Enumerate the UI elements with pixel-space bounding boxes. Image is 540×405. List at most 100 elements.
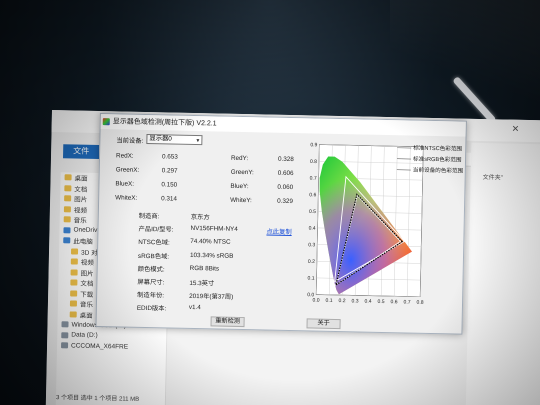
legend-entry: 当前设备的色彩范围	[413, 166, 464, 175]
folder-icon	[69, 311, 77, 318]
sidebar-item-label: 文档	[80, 280, 94, 289]
coord-value: 0.653	[161, 153, 178, 161]
folder-icon	[70, 269, 78, 276]
coord-label: GreenX:	[115, 166, 140, 174]
app-icon	[102, 118, 110, 126]
sidebar-item-label: 图片	[80, 270, 94, 278]
sidebar-item-label: 下载	[80, 291, 94, 299]
info-label: 制造商:	[138, 212, 160, 221]
folder-icon	[70, 279, 78, 286]
info-label: 产品ID/型号:	[138, 226, 174, 234]
info-label: 颜色模式:	[137, 265, 165, 274]
info-label: sRGB色域:	[137, 252, 170, 261]
folder-icon	[63, 206, 71, 213]
folder-icon	[69, 300, 78, 307]
photo-background: ✕ 文件 文件夹" 桌面 文档 图片 视频 音乐 OneDrive 此电脑 3D 对象 视频 图片…	[0, 0, 540, 405]
coord-value: 0.150	[161, 181, 178, 189]
coord-label: RedY:	[230, 154, 249, 163]
x-tick-label: 0.1	[326, 298, 333, 304]
chevron-down-icon: ▼	[195, 138, 201, 145]
coord-label: WhiteX:	[115, 194, 138, 202]
info-value: v1.4	[188, 304, 201, 312]
sidebar-item-label: 桌面	[79, 312, 93, 320]
legend-entry: 标准NTSC色彩范围	[413, 144, 462, 153]
x-tick-label: 0.0	[313, 297, 320, 303]
y-tick-label: 0.0	[307, 292, 314, 298]
about-button[interactable]: 关于	[306, 318, 341, 330]
y-tick-label: 0.3	[308, 242, 315, 248]
y-tick-label: 0.7	[310, 176, 317, 182]
coord-label: BlueX:	[115, 180, 135, 188]
x-tick-label: 0.7	[404, 299, 411, 305]
sidebar-item[interactable]: CCCOMA_X64FRE	[57, 340, 166, 353]
folder-icon	[64, 195, 72, 202]
sidebar-item-label: 音乐	[73, 217, 87, 225]
y-tick-label: 0.8	[310, 159, 317, 165]
info-value: 京东方	[190, 213, 210, 222]
sidebar-item-label: 视频	[80, 259, 94, 268]
folder-icon	[63, 227, 71, 234]
content-pane	[465, 142, 540, 405]
monitor-select[interactable]: 显示器0 ▼	[146, 133, 203, 146]
monitor-label: 当前设备:	[116, 137, 144, 145]
folder-icon	[70, 258, 78, 265]
folder-icon	[61, 331, 69, 339]
redetect-button[interactable]: 重新检测	[210, 316, 245, 328]
info-label: 制造年份:	[137, 292, 165, 300]
search-hint: 文件夹"	[482, 175, 503, 182]
info-value: NV156FHM-NY4	[190, 225, 238, 234]
sidebar-item-label: 音乐	[79, 301, 93, 310]
copy-link[interactable]: 点此复制	[266, 227, 291, 237]
tab-file[interactable]: 文件	[62, 144, 100, 159]
sidebar-item-label: 视频	[73, 207, 87, 215]
screen-glare	[390, 0, 540, 120]
folder-icon	[61, 342, 69, 349]
y-tick-label: 0.9	[310, 142, 317, 148]
x-tick-label: 0.6	[391, 299, 398, 305]
coord-label: WhiteY:	[230, 196, 252, 205]
sidebar-item-label: 桌面	[74, 175, 88, 184]
y-tick-label: 0.5	[309, 209, 316, 215]
coord-label: BlueY:	[230, 182, 249, 191]
x-tick-label: 0.8	[417, 300, 424, 306]
y-tick-label: 0.6	[309, 192, 316, 198]
sidebar-item-label: 图片	[74, 196, 88, 205]
legend-entry: 标准sRGB色彩范围	[413, 155, 462, 164]
coord-value: 0.314	[161, 195, 177, 203]
folder-icon	[64, 174, 72, 181]
coord-label: GreenY:	[230, 168, 254, 177]
coord-value: 0.329	[277, 197, 293, 206]
coord-value: 0.606	[277, 169, 294, 178]
cie-chromaticity-chart: 0.0 0.1 0.2 0.3 0.4 0.5 0.6 0.7 0.8 0.0 0.1 0.2 0.3 0…	[307, 142, 464, 306]
x-tick-label: 0.3	[352, 298, 359, 304]
y-tick-label: 0.4	[309, 226, 316, 232]
coord-value: 0.060	[277, 183, 294, 192]
y-tick-label: 0.1	[308, 276, 315, 282]
info-value: 74.40% NTSC	[190, 238, 231, 247]
sidebar-item-label: 此电脑	[73, 238, 93, 247]
x-tick-label: 0.5	[378, 299, 385, 305]
x-tick-label: 0.4	[365, 299, 372, 305]
coord-label: RedX:	[115, 152, 134, 160]
info-value: 103.34% sRGB	[189, 251, 234, 260]
status-bar: 3 个项目 选中 1 个项目 211 MB	[55, 395, 140, 403]
laptop-screen: ✕ 文件 文件夹" 桌面 文档 图片 视频 音乐 OneDrive 此电脑 3D 对象 视频 图片…	[45, 110, 540, 405]
monitor-select-value: 显示器0	[149, 135, 172, 143]
folder-icon	[63, 216, 71, 223]
info-value: 15.3英寸	[189, 279, 215, 288]
info-value: 2019年(第37周)	[189, 293, 234, 302]
sidebar-item-label: CCCOMA_X64FRE	[70, 342, 129, 351]
folder-icon	[70, 248, 79, 255]
info-label: NTSC色域:	[138, 239, 170, 247]
dialog-title: 显示器色域检测(周拉下版) V2.2.1	[112, 118, 217, 128]
sidebar-item-label: Data (D:)	[71, 331, 98, 340]
y-tick-label: 0.2	[308, 259, 315, 265]
info-label: 屏幕尺寸:	[137, 278, 165, 287]
folder-icon	[70, 290, 78, 297]
x-tick-label: 0.2	[339, 298, 346, 304]
close-icon[interactable]: ✕	[512, 124, 520, 135]
folder-icon	[61, 321, 69, 328]
coord-value: 0.328	[277, 155, 294, 164]
folder-icon	[63, 237, 71, 244]
coord-value: 0.297	[161, 167, 178, 175]
